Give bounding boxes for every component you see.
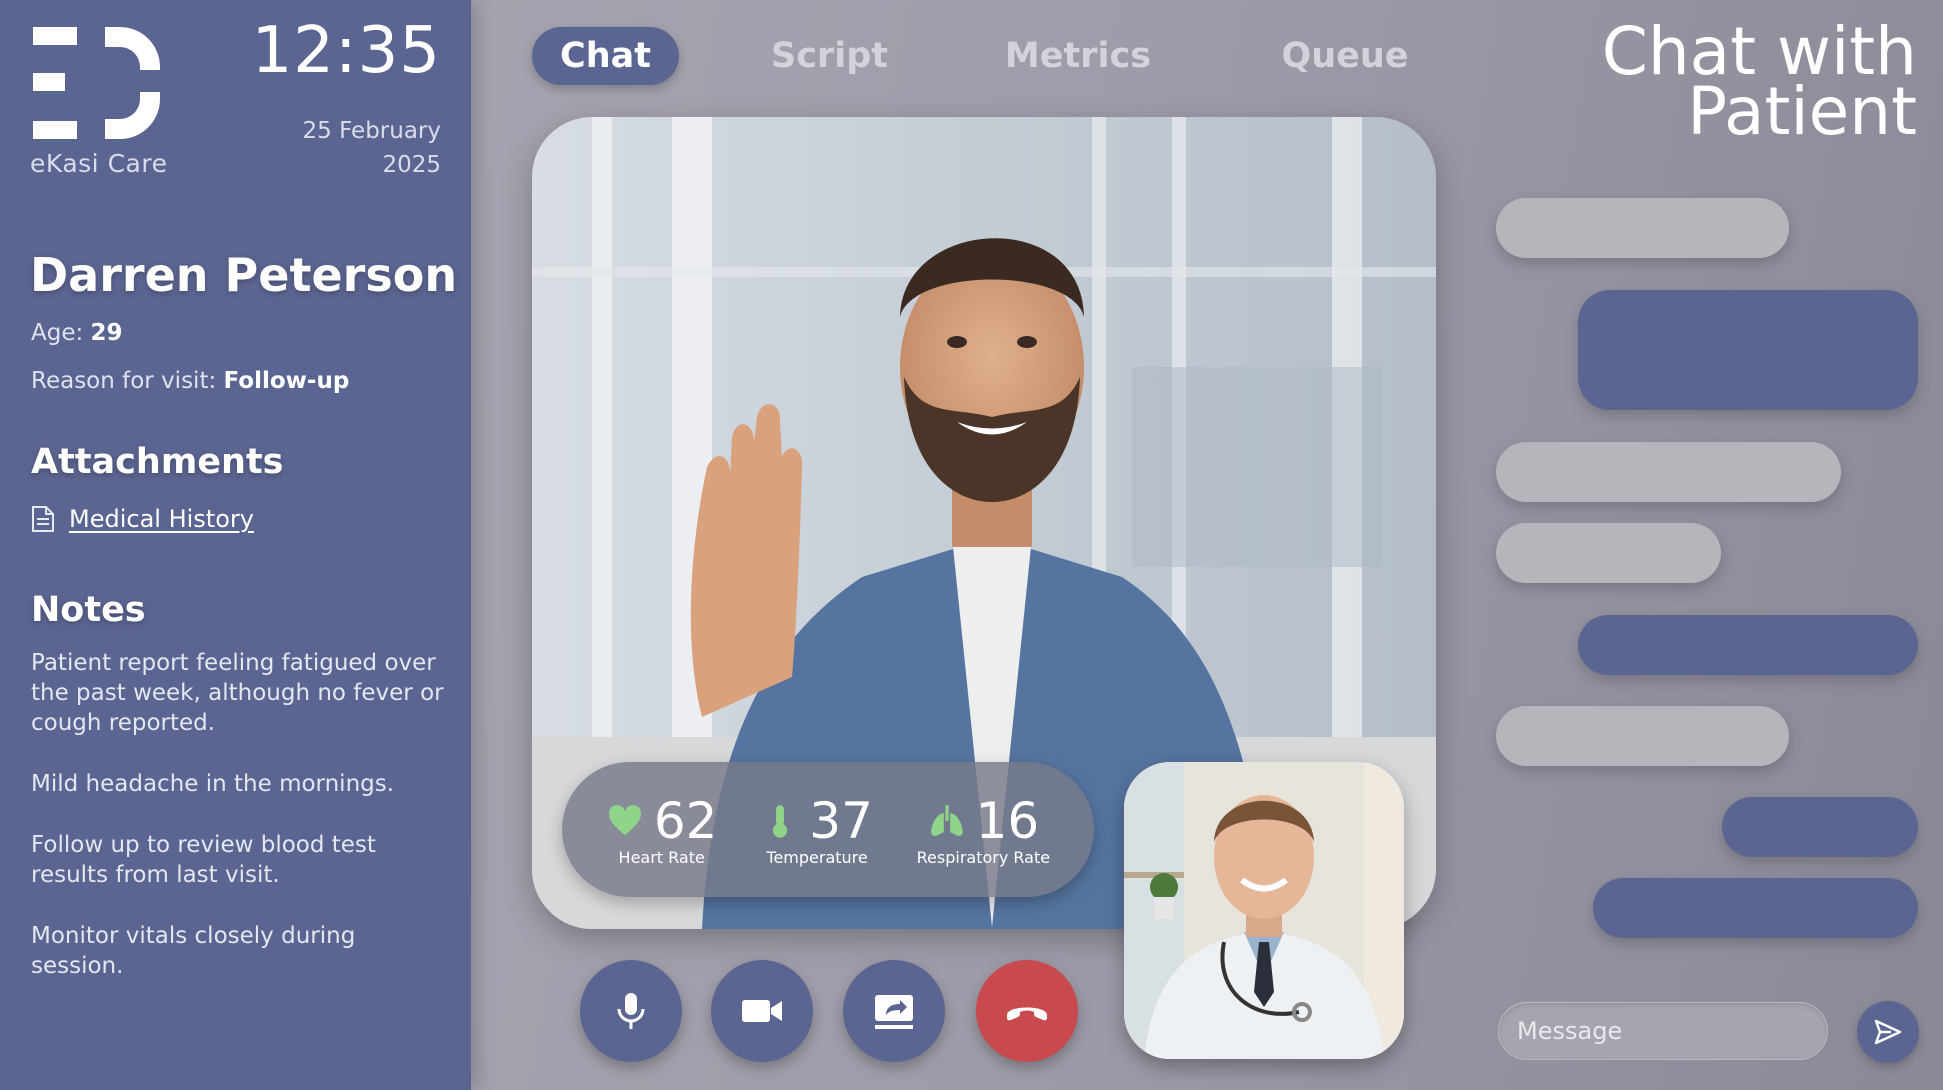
note-item: Mild headache in the mornings.	[31, 771, 395, 797]
send-button[interactable]	[1857, 1001, 1919, 1063]
chat-message-outgoing	[1593, 878, 1918, 938]
doctor-video-image	[1124, 762, 1404, 1059]
respiratory-rate-label: Respiratory Rate	[916, 848, 1051, 867]
logo	[33, 27, 160, 139]
age-value: 29	[90, 320, 123, 346]
note-item: Patient report feeling fatigued over the…	[31, 650, 444, 736]
brand-name: eKasi Care	[30, 149, 168, 178]
reason-label: Reason for visit:	[31, 368, 217, 394]
attachment-link[interactable]: Medical History	[69, 505, 254, 533]
vital-respiratory-rate: 16 Respiratory Rate	[917, 792, 1050, 867]
lungs-icon	[930, 805, 963, 836]
temperature-label: Temperature	[766, 848, 868, 867]
share-screen-icon	[875, 995, 913, 1029]
sidebar: eKasi Care 12:35 25 February 2025 Darren…	[0, 0, 471, 1090]
chat-message-outgoing	[1578, 615, 1918, 675]
year-line: 2025	[382, 152, 441, 178]
respiratory-rate-value: 16	[975, 792, 1040, 850]
document-icon	[32, 506, 54, 532]
microphone-icon	[617, 993, 645, 1029]
doctor-self-view[interactable]	[1124, 762, 1404, 1059]
patient-age: Age: 29	[31, 320, 123, 346]
reason-value: Follow-up	[223, 368, 350, 394]
message-input[interactable]	[1498, 1002, 1828, 1060]
send-icon	[1874, 1019, 1902, 1045]
clock-date: 25 February 2025	[241, 114, 442, 182]
page-title-line: Patient	[1687, 73, 1917, 150]
video-camera-icon	[742, 1000, 782, 1022]
thermometer-icon	[773, 805, 788, 838]
tab-metrics[interactable]: Metrics	[993, 27, 1163, 85]
attachments-title: Attachments	[31, 442, 284, 482]
camera-button[interactable]	[711, 960, 813, 1062]
vital-heart-rate: 62 Heart Rate	[606, 792, 718, 867]
notes-title: Notes	[31, 590, 146, 630]
chat-message-outgoing	[1722, 797, 1918, 857]
vital-temperature: 37 Temperature	[761, 792, 873, 867]
tab-chat[interactable]: Chat	[532, 27, 679, 85]
tab-script[interactable]: Script	[757, 27, 902, 85]
end-call-button[interactable]	[976, 960, 1078, 1062]
page-title: Chat with Patient	[1497, 19, 1917, 150]
heart-rate-label: Heart Rate	[618, 848, 705, 867]
note-item: Follow up to review blood test results f…	[31, 832, 376, 888]
date-line: 25 February	[302, 118, 442, 144]
age-label: Age:	[31, 320, 84, 346]
patient-name: Darren Peterson	[30, 248, 458, 302]
chat-message-incoming	[1496, 198, 1789, 258]
chat-message-incoming	[1496, 442, 1841, 502]
microphone-button[interactable]	[580, 960, 682, 1062]
note-item: Monitor vitals closely during session.	[31, 923, 356, 979]
temperature-value: 37	[809, 792, 873, 850]
vitals-panel: 62 Heart Rate 37 Temperature 16 Respirat…	[562, 762, 1094, 897]
visit-reason: Reason for visit: Follow-up	[31, 368, 349, 394]
clock-time: 12:35	[251, 14, 441, 88]
tab-queue[interactable]: Queue	[1270, 27, 1420, 85]
chat-message-incoming	[1496, 706, 1789, 766]
heart-icon	[608, 805, 641, 836]
heart-rate-value: 62	[653, 792, 718, 850]
share-screen-button[interactable]	[843, 960, 945, 1062]
hang-up-icon	[1007, 1007, 1047, 1021]
attachment-medical-history[interactable]: Medical History	[31, 505, 254, 533]
chat-message-outgoing	[1578, 290, 1918, 410]
chat-message-incoming	[1496, 523, 1721, 583]
notes-list: Patient report feeling fatigued over the…	[31, 648, 446, 1012]
